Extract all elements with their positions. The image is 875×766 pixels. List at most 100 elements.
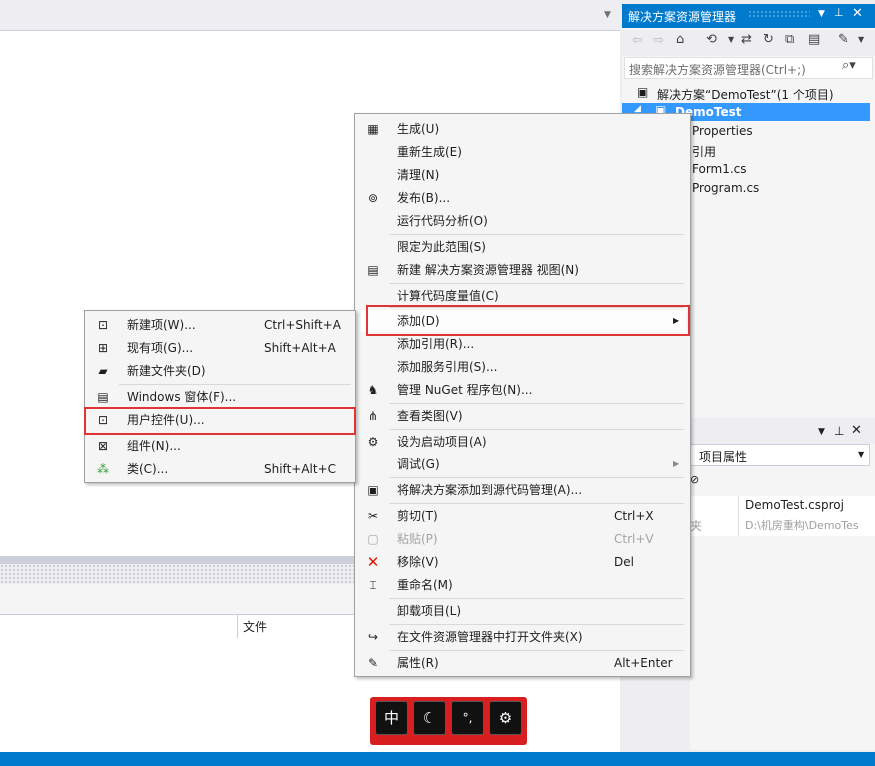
tree-item-properties[interactable]: Properties [692,124,753,138]
menu-add-to-source-control[interactable]: ▣ 将解决方案添加到源代码管理(A)... [361,479,686,501]
chevron-down-icon[interactable]: ▼ [728,35,734,44]
column-header-file[interactable]: 文件 [243,618,267,635]
open-folder-icon: ↪ [367,630,379,644]
submenu-new-item[interactable]: ⊡ 新建项(W)... Ctrl+Shift+A [91,314,353,336]
paste-icon: ▢ [367,532,379,546]
dropdown-icon[interactable]: ▼ [818,9,825,19]
dropdown-icon[interactable]: ▼ [818,427,825,437]
menu-rename[interactable]: ⌶ 重命名(M) [361,574,686,596]
publish-icon: ⊚ [367,191,379,205]
tree-item-references[interactable]: 引用 [692,143,716,160]
chevron-down-icon[interactable]: ▼ [858,450,864,459]
menu-separator [389,234,684,235]
submenu-class[interactable]: ⁂ 类(C)... Shift+Alt+C [91,458,353,480]
sync-icon[interactable]: ⇄ [741,32,752,47]
properties-object-label: 项目属性 [699,450,748,464]
punctuation-icon[interactable]: °, [451,701,484,735]
menu-code-metrics[interactable]: 计算代码度量值(C) [361,285,686,307]
delete-icon: ✕ [366,553,380,571]
menu-new-view[interactable]: ▤ 新建 解决方案资源管理器 视图(N) [361,259,686,281]
menu-separator [389,403,684,404]
tree-item-program[interactable]: Program.cs [692,181,759,195]
moon-icon[interactable]: ☾ [413,701,446,735]
scissors-icon: ✂ [367,509,379,523]
menu-properties[interactable]: ✎ 属性(R) Alt+Enter [361,652,686,674]
menu-add-service-reference[interactable]: 添加服务引用(S)... [361,356,686,378]
settings-gear-icon[interactable]: ⚙ [489,701,522,735]
wrench-icon[interactable]: ✎ [838,32,849,47]
menu-remove[interactable]: ✕ 移除(V) Del [361,551,686,573]
menu-separator [389,283,684,284]
collapse-all-icon[interactable]: ⧉ [785,32,794,47]
search-placeholder: 搜索解决方案资源管理器(Ctrl+;) [629,63,806,77]
menu-separator [389,624,684,625]
menu-separator [389,650,684,651]
class-view-icon: ⋔ [367,409,379,423]
menu-cut[interactable]: ✂ 剪切(T) Ctrl+X [361,505,686,527]
menu-build[interactable]: ▦ 生成(U) [361,118,686,140]
new-view-icon: ▤ [367,263,379,277]
back-icon[interactable]: ⇦ [632,33,643,48]
menu-separator [389,503,684,504]
submenu-new-folder[interactable]: ▰ 新建文件夹(D) [91,360,353,382]
sort-icon[interactable]: ⊘ [690,473,699,486]
property-value[interactable]: D:\机房重构\DemoTes [745,517,870,533]
rename-icon: ⌶ [369,578,377,592]
menu-separator [119,384,351,385]
menu-set-startup[interactable]: ⚙ 设为启动项目(A) [361,431,686,453]
project-context-menu: ▦ 生成(U) 重新生成(E) 清理(N) ⊚ 发布(B)... 运行代码分析(O)… [354,113,691,677]
new-folder-icon: ▰ [98,364,108,378]
properties-titlebar [690,420,875,444]
menu-publish[interactable]: ⊚ 发布(B)... [361,187,686,209]
menu-open-in-explorer[interactable]: ↪ 在文件资源管理器中打开文件夹(X) [361,626,686,648]
menu-debug[interactable]: 调试(G) ▶ [361,453,686,475]
build-icon: ▦ [367,122,379,136]
property-divider [738,496,739,536]
new-item-icon: ⊡ [97,318,109,332]
pin-icon[interactable]: ⊥ [834,6,844,19]
property-name: 夹 [690,519,703,533]
solution-icon: ▣ [637,85,649,99]
wrench-icon: ✎ [367,656,379,670]
tree-item-form1[interactable]: Form1.cs [692,162,747,176]
tree-solution[interactable]: 解决方案“DemoTest”(1 个项目) [657,86,834,103]
nuget-icon: ♞ [367,383,379,397]
menu-manage-nuget[interactable]: ♞ 管理 NuGet 程序包(N)... [361,379,686,401]
menu-rebuild[interactable]: 重新生成(E) [361,141,686,163]
submenu-arrow-icon: ▶ [673,459,680,468]
menu-view-class-diagram[interactable]: ⋔ 查看类图(V) [361,405,686,427]
home-icon[interactable]: ⌂ [676,32,684,47]
column-divider[interactable] [237,614,238,638]
existing-item-icon: ⊞ [97,341,109,355]
pin-icon[interactable]: ⊥ [834,424,844,438]
menu-code-analysis[interactable]: 运行代码分析(O) [361,210,686,232]
tab-dropdown-icon[interactable]: ▼ [604,10,611,20]
submenu-existing-item[interactable]: ⊞ 现有项(G)... Shift+Alt+A [91,337,353,359]
submenu-windows-form[interactable]: ▤ Windows 窗体(F)... [91,386,353,408]
gear-icon: ⚙ [367,435,379,449]
menu-scope-to-this[interactable]: 限定为此范围(S) [361,236,686,258]
forward-icon[interactable]: ⇨ [653,33,664,48]
submenu-component[interactable]: ⊠ 组件(N)... [91,435,353,457]
menu-separator [389,429,684,430]
source-control-icon: ▣ [367,483,379,497]
status-bar [0,752,875,766]
refresh-icon[interactable]: ↻ [763,32,774,47]
user-control-highlight [84,407,356,435]
close-icon[interactable]: ✕ [851,423,862,438]
menu-add-reference[interactable]: 添加引用(R)... [361,333,686,355]
close-icon[interactable]: ✕ [852,6,863,21]
property-value[interactable]: DemoTest.csproj [745,498,844,512]
add-submenu: ⊡ 新建项(W)... Ctrl+Shift+A ⊞ 现有项(G)... Shift+A… [84,310,356,483]
ime-language-button[interactable]: 中 [375,701,408,735]
ime-toolbar: 中 ☾ °, ⚙ [370,697,527,745]
menu-clean[interactable]: 清理(N) [361,164,686,186]
history-icon[interactable]: ⟲ [706,32,717,47]
chevron-down-icon[interactable]: ▼ [858,35,864,44]
show-all-files-icon[interactable]: ▤ [808,32,820,47]
menu-unload-project[interactable]: 卸载项目(L) [361,600,686,622]
search-icon[interactable]: ⌕▾ [842,58,856,73]
editor-tab-strip [0,0,620,31]
menu-separator [389,598,684,599]
title-grip [748,10,810,18]
